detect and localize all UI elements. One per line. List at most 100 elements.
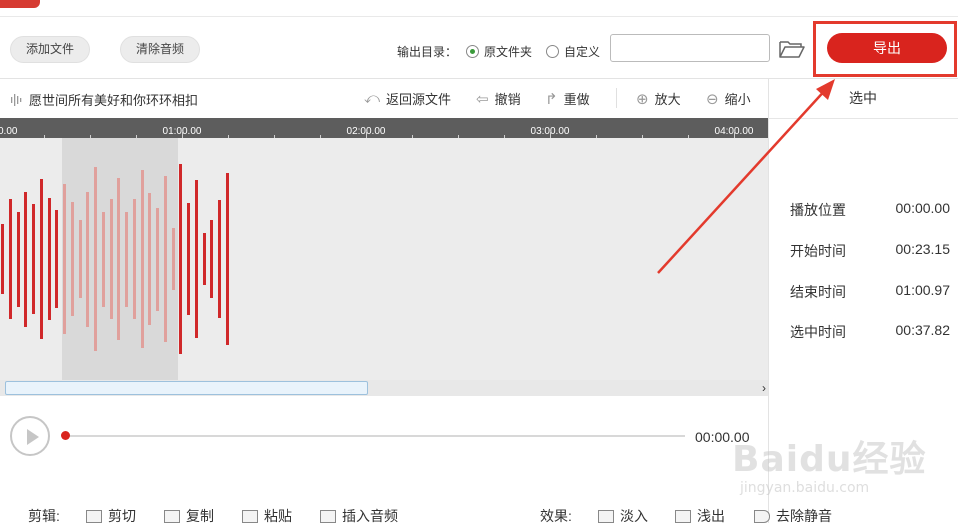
waveform-bar [218,200,221,318]
waveform-bar [179,164,183,354]
file-name-text: 愿世间所有美好和你环环相扣 [29,93,199,108]
waveform-icon [11,93,22,106]
file-name: 愿世间所有美好和你环环相扣 [10,90,198,109]
fade-in-icon [598,509,614,523]
waveform-bar [63,184,66,334]
info-value: 00:00.00 [895,200,951,216]
insert-audio-icon [320,509,336,523]
waveform-bar [148,193,152,325]
output-path-input[interactable] [610,34,770,62]
waveform-bar [32,204,35,314]
add-file-button[interactable]: 添加文件 [10,36,90,63]
undo-label: 撤销 [494,92,521,107]
back-to-source-label: 返回源文件 [386,92,452,107]
waveform-bar [1,224,4,294]
play-button[interactable] [10,416,50,456]
waveform-bar [163,176,167,342]
watermark-sub: jingyan.baidu.com [740,480,870,496]
insert-audio-label: 插入音频 [342,508,398,523]
mute-icon [754,509,770,523]
scrollbar-thumb[interactable] [5,381,368,395]
paste-button[interactable]: 粘贴 [242,506,292,523]
waveform-bar [140,170,144,348]
waveform-bar [117,178,121,340]
waveform-bar [194,180,198,338]
paste-label: 粘贴 [264,508,292,523]
zoom-in-icon: ⊕ [636,90,649,108]
waveform-bar [187,203,190,315]
folder-open-icon[interactable] [779,39,805,59]
fade-out-label: 浅出 [697,508,725,523]
waveform-bar [125,211,128,307]
cut-icon [86,509,102,523]
export-button[interactable]: 导出 [827,33,947,63]
top-separator [0,16,958,17]
return-icon: ⤺ [364,90,381,107]
waveform-bar [86,191,90,327]
waveform-bar [47,198,51,320]
info-value: 01:00.97 [895,282,951,298]
playback-progress-knob[interactable] [61,431,70,440]
clear-audio-button[interactable]: 清除音频 [120,36,200,63]
cut-label: 剪切 [108,508,136,523]
info-row-selected-duration: 选中时间 00:37.82 [790,322,950,342]
info-row-end-time: 结束时间 01:00.97 [790,282,950,302]
remove-silence-button[interactable]: 去除静音 [754,506,832,523]
insert-audio-button[interactable]: 插入音频 [320,506,398,523]
waveform-bar [202,233,206,285]
waveform-bar [16,211,20,307]
waveform-bar [78,220,82,298]
tool-separator [616,88,617,108]
radio-checked-icon [466,45,479,58]
redo-icon: ↱ [545,90,558,108]
info-value: 00:23.15 [895,241,951,257]
horizontal-scrollbar[interactable]: › [0,380,768,396]
edit-section-label: 剪辑: [28,508,60,523]
radio-original-label: 原文件夹 [484,45,533,59]
remove-silence-label: 去除静音 [776,508,832,523]
annotation-arrow [657,79,835,274]
waveform-bar [8,199,12,319]
fade-out-button[interactable]: 浅出 [675,506,725,523]
radio-original-folder[interactable]: 原文件夹 [466,43,532,60]
play-icon [27,429,39,445]
watermark: Baidu经验 jingyan.baidu.com [732,420,957,520]
waveform-bar [94,167,97,351]
back-to-source-button[interactable]: ⤺ 返回源文件 [364,89,451,108]
cut-button[interactable]: 剪切 [86,506,136,523]
paste-icon [242,509,258,523]
fade-in-button[interactable]: 淡入 [598,506,648,523]
redo-label: 重做 [563,92,590,107]
waveform-bar [225,173,229,345]
effect-section-label: 效果: [540,508,572,523]
fade-in-label: 淡入 [620,508,648,523]
scroll-right-icon[interactable]: › [762,380,766,396]
waveform-bar [132,199,136,319]
output-dir-label: 输出目录： [397,45,458,59]
waveform-bar [156,207,159,311]
copy-icon [164,509,180,523]
waveform-bar [109,199,113,319]
waveform-bar [70,202,74,316]
undo-icon: ⇦ [476,90,489,108]
info-label: 结束时间 [790,284,846,300]
radio-custom-label: 自定义 [564,45,601,59]
waveform-bar [24,191,28,327]
fade-out-icon [675,509,691,523]
copy-label: 复制 [186,508,214,523]
info-value: 00:37.82 [895,322,951,338]
playback-progress-track[interactable] [65,435,685,437]
app-logo [0,0,40,8]
waveform-bar [210,220,214,298]
radio-custom-folder[interactable]: 自定义 [546,43,600,60]
waveform-bar [39,179,43,339]
undo-button[interactable]: ⇦ 撤销 [476,89,521,108]
playback-time: 00:00.00 [695,429,750,445]
watermark-main: Baidu经验 [732,439,927,480]
copy-button[interactable]: 复制 [164,506,214,523]
waveform-bar [171,228,175,290]
redo-button[interactable]: ↱ 重做 [545,89,590,108]
waveform-bar [101,211,105,307]
ruler-tick-label: 00:00.00 [0,126,18,137]
waveform-bar [55,210,59,308]
